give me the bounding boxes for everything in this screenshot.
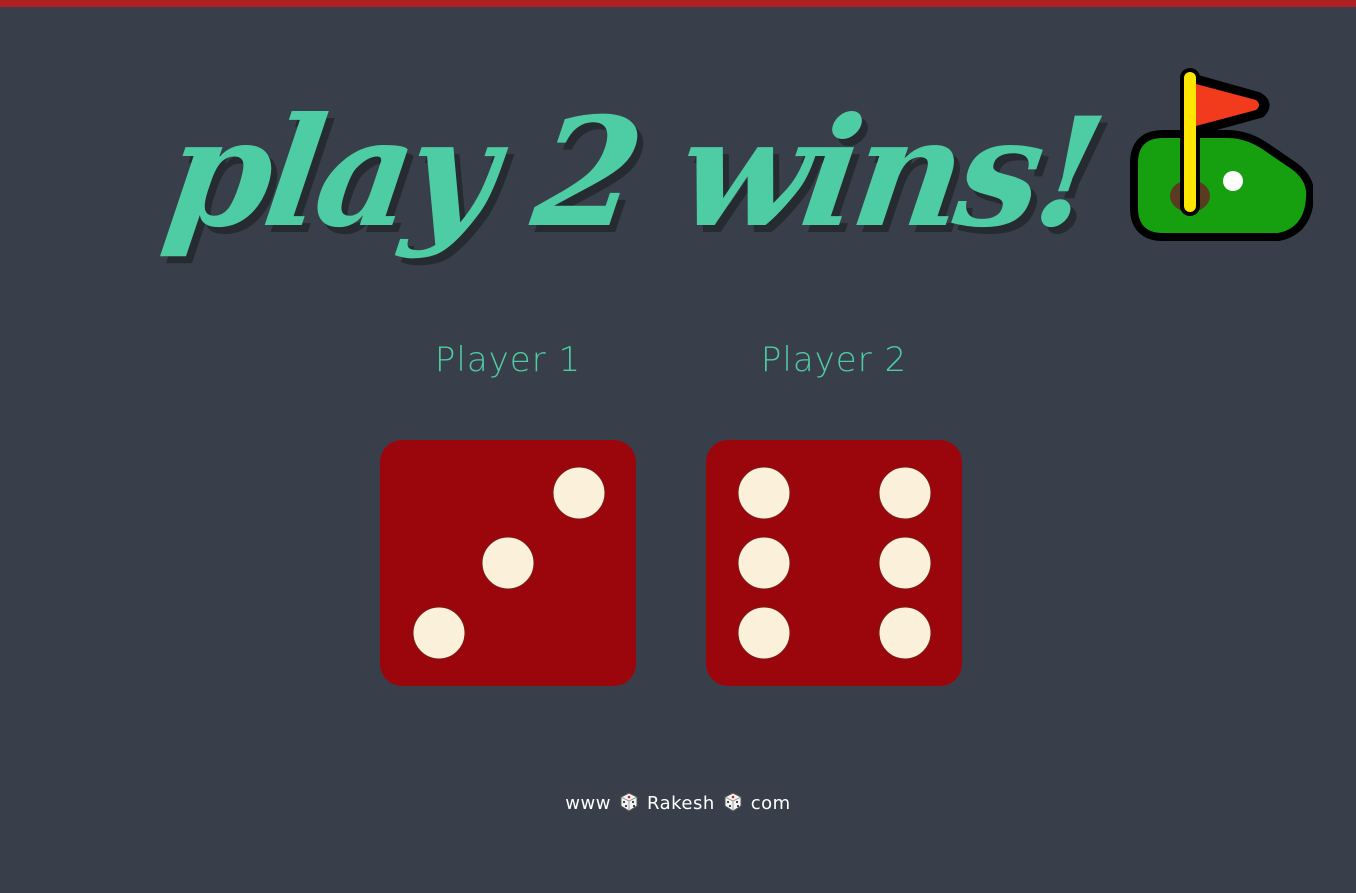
title-row: play 2 wins!: [156, 68, 1313, 278]
golf-flag-icon: [1130, 68, 1313, 241]
top-bar: [0, 0, 1356, 7]
die-pip: [737, 606, 791, 660]
player-2-dice: [706, 440, 962, 686]
player-1-dice: [380, 440, 636, 686]
footer-com: com: [750, 793, 791, 814]
player-2-label: Player 2: [760, 340, 908, 380]
footer: www Rakesh com: [0, 792, 1356, 814]
player-1-label: Player 1: [434, 340, 582, 380]
die-pip: [737, 466, 791, 520]
die-pip: [412, 606, 466, 660]
footer-www: www: [565, 793, 611, 814]
die-pip: [737, 536, 791, 590]
player-2: Player 2: [706, 330, 962, 686]
die-pip: [878, 536, 932, 590]
die-pip: [878, 466, 932, 520]
footer-name: Rakesh: [646, 793, 715, 814]
die-pip: [552, 466, 606, 520]
die-pip: [878, 606, 932, 660]
page-title: play 2 wins!: [155, 85, 1109, 261]
dice-icon: [620, 792, 638, 812]
dice-icon: [724, 792, 742, 812]
player-1: Player 1: [380, 330, 636, 686]
die-pip: [481, 536, 535, 590]
